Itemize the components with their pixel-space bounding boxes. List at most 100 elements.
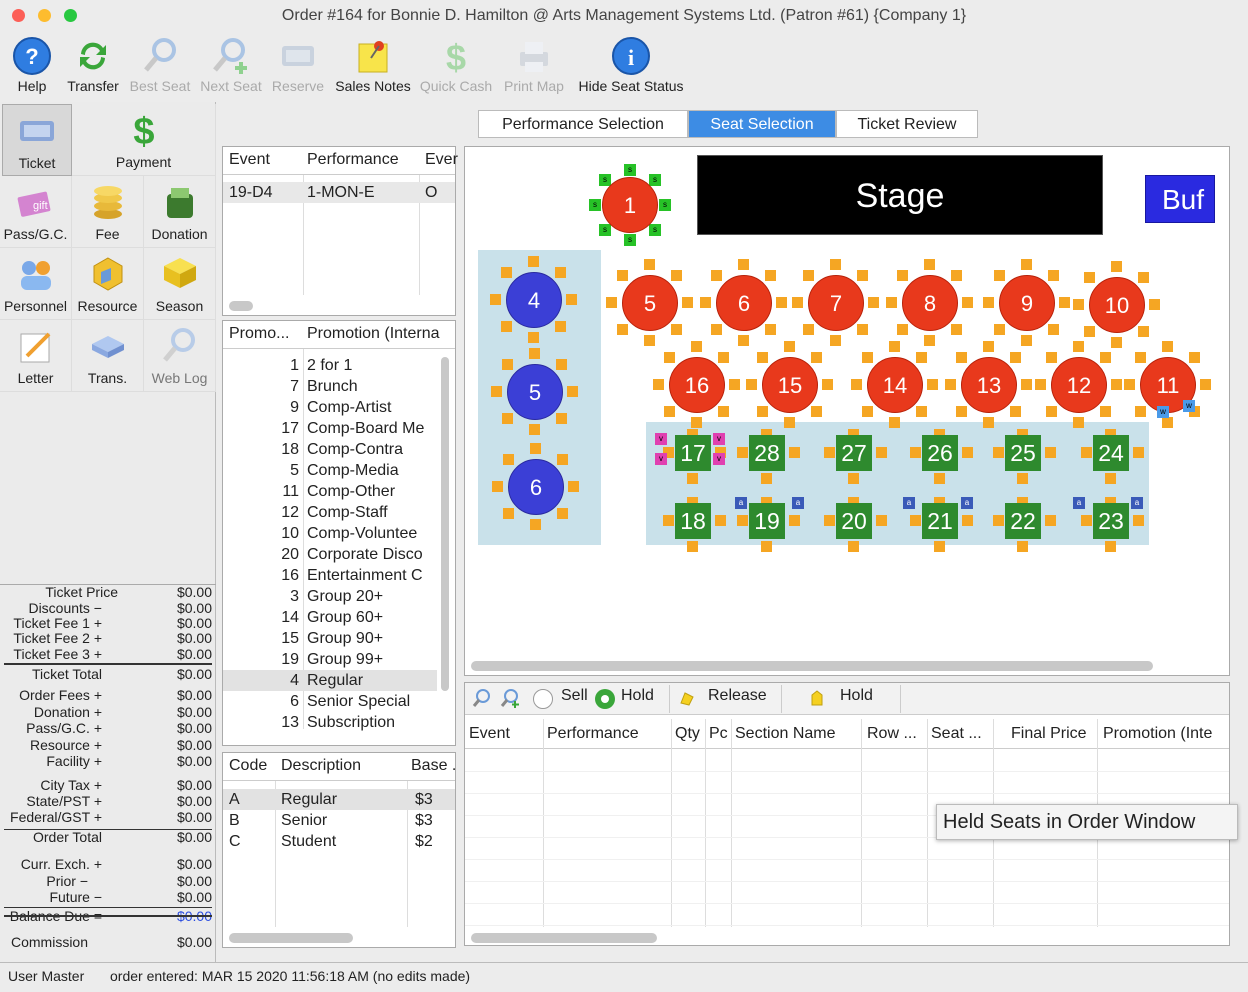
seat[interactable] <box>1124 379 1135 390</box>
seat[interactable] <box>557 508 568 519</box>
seat[interactable] <box>765 270 776 281</box>
col-held-performance[interactable]: Performance <box>547 719 639 749</box>
seat[interactable] <box>811 352 822 363</box>
seat[interactable] <box>993 447 1004 458</box>
table-row[interactable]: 7 Brunch <box>223 376 437 397</box>
seat[interactable] <box>1105 541 1116 552</box>
seat[interactable] <box>1162 341 1173 352</box>
seat[interactable] <box>671 270 682 281</box>
seat[interactable] <box>1048 270 1059 281</box>
seat[interactable] <box>924 259 935 270</box>
seat[interactable] <box>1021 379 1032 390</box>
seat[interactable] <box>529 348 540 359</box>
seat[interactable]: a <box>1131 497 1143 509</box>
seat[interactable] <box>851 379 862 390</box>
table-row[interactable]: 15 Group 90+ <box>223 628 437 649</box>
table-18[interactable]: 18 <box>675 503 711 539</box>
seat[interactable] <box>567 386 578 397</box>
seat[interactable] <box>1010 352 1021 363</box>
seat[interactable] <box>886 297 897 308</box>
seat[interactable]: v <box>713 433 725 445</box>
seat[interactable] <box>1073 299 1084 310</box>
seat[interactable] <box>876 447 887 458</box>
seat[interactable]: w <box>1157 406 1169 418</box>
seat[interactable] <box>1133 515 1144 526</box>
transfer-button[interactable]: Transfer <box>62 32 124 94</box>
reserve-button[interactable]: Reserve <box>268 32 328 94</box>
seat[interactable] <box>491 386 502 397</box>
seat[interactable] <box>1162 417 1173 428</box>
seat[interactable] <box>1189 352 1200 363</box>
seat[interactable] <box>830 335 841 346</box>
table-row[interactable]: 19 Group 99+ <box>223 649 437 670</box>
sidebar-item-payment[interactable]: $ Payment <box>72 104 216 176</box>
seat[interactable] <box>687 541 698 552</box>
seat[interactable]: s <box>649 224 661 236</box>
next-seat-button[interactable]: Next Seat <box>196 32 266 94</box>
seat[interactable] <box>718 352 729 363</box>
sales-notes-button[interactable]: Sales Notes <box>330 32 416 94</box>
seat[interactable] <box>501 321 512 332</box>
seat[interactable] <box>1081 515 1092 526</box>
sidebar-item-donation[interactable]: Donation <box>144 176 216 248</box>
table-1[interactable]: 1 <box>602 177 658 233</box>
seat[interactable] <box>951 324 962 335</box>
seat[interactable] <box>492 481 503 492</box>
hide-seat-status-button[interactable]: i Hide Seat Status <box>572 32 690 94</box>
col-held-section[interactable]: Section Name <box>735 719 836 749</box>
seat[interactable] <box>857 324 868 335</box>
seat[interactable] <box>824 515 835 526</box>
best-seat-button[interactable]: Best Seat <box>126 32 194 94</box>
seat[interactable] <box>1017 473 1028 484</box>
seat[interactable] <box>617 324 628 335</box>
seat[interactable] <box>761 541 772 552</box>
seat[interactable] <box>945 379 956 390</box>
seat[interactable]: a <box>903 497 915 509</box>
seat[interactable] <box>1045 447 1056 458</box>
seat[interactable] <box>644 259 655 270</box>
table-8[interactable]: 8 <box>902 275 958 331</box>
seat[interactable] <box>784 341 795 352</box>
sidebar-item-resource[interactable]: Resource <box>72 248 144 320</box>
table-row[interactable]: 3 Group 20+ <box>223 586 437 607</box>
col-promotion[interactable]: Promotion (Interna <box>307 321 440 347</box>
seat[interactable]: s <box>649 174 661 186</box>
table-row[interactable]: 12 Comp-Staff <box>223 502 437 523</box>
table-row[interactable]: 12 for 1 <box>223 355 437 376</box>
seat[interactable] <box>1073 341 1084 352</box>
seat[interactable] <box>962 447 973 458</box>
seat[interactable] <box>1017 541 1028 552</box>
col-description[interactable]: Description <box>281 753 361 779</box>
seat[interactable] <box>555 267 566 278</box>
table-row[interactable]: 17 Comp-Board Me <box>223 418 437 439</box>
table-27[interactable]: 27 <box>836 435 872 471</box>
table-row[interactable]: 10 Comp-Voluntee <box>223 523 437 544</box>
sidebar-item-letter[interactable]: Letter <box>0 320 72 392</box>
table-row[interactable]: 13 Subscription <box>223 712 437 733</box>
seat-map-scrollbar[interactable] <box>471 661 1153 671</box>
seat[interactable] <box>682 297 693 308</box>
seat[interactable] <box>715 515 726 526</box>
seat[interactable] <box>1138 272 1149 283</box>
seat[interactable] <box>889 417 900 428</box>
seat[interactable] <box>556 413 567 424</box>
seat[interactable] <box>1105 473 1116 484</box>
seat[interactable] <box>1046 406 1057 417</box>
seat[interactable] <box>824 447 835 458</box>
seat[interactable] <box>711 270 722 281</box>
seat[interactable] <box>644 335 655 346</box>
seat[interactable] <box>700 297 711 308</box>
seat[interactable] <box>956 406 967 417</box>
help-button[interactable]: ? Help <box>8 32 56 94</box>
print-map-button[interactable]: Print Map <box>498 32 570 94</box>
col-promo[interactable]: Promo... <box>229 321 289 347</box>
table-b5[interactable]: 5 <box>507 364 563 420</box>
tab-seat-selection[interactable]: Seat Selection <box>688 110 836 138</box>
seat[interactable] <box>822 379 833 390</box>
seat[interactable] <box>897 270 908 281</box>
seat[interactable] <box>910 447 921 458</box>
seat[interactable] <box>1021 335 1032 346</box>
table-row[interactable]: 16 Entertainment C <box>223 565 437 586</box>
seat[interactable] <box>993 515 1004 526</box>
seat[interactable] <box>1135 352 1146 363</box>
